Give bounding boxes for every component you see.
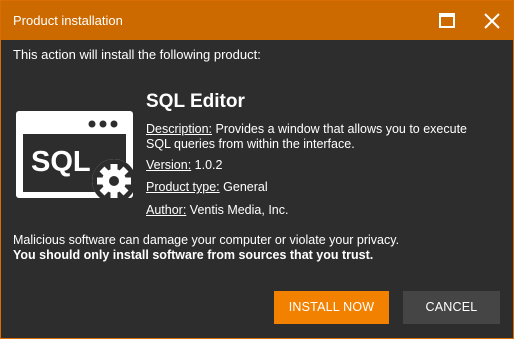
svg-text:SQL: SQL (31, 146, 91, 178)
product-author: Author: Ventis Media, Inc. (146, 203, 501, 218)
product-version: Version: 1.0.2 (146, 158, 501, 173)
window-title: Product installation (13, 13, 123, 28)
install-now-button[interactable]: INSTALL NOW (274, 291, 389, 324)
version-label: Version: (146, 158, 192, 172)
maximize-icon (439, 13, 455, 28)
description-text-line2: SQL queries from within the interface. (146, 137, 355, 151)
warning-text: Malicious software can damage your compu… (13, 233, 400, 247)
type-value: General (223, 180, 268, 194)
description-label: Description: (146, 122, 212, 136)
close-icon (484, 13, 500, 29)
product-type: Product type: General (146, 180, 501, 195)
cancel-button[interactable]: CANCEL (403, 291, 500, 324)
product-name: SQL Editor (146, 91, 245, 112)
title-bar[interactable]: Product installation (1, 1, 513, 40)
warning-emphasis: You should only install software from so… (13, 248, 374, 262)
product-description: Description: Provides a window that allo… (146, 122, 501, 152)
intro-text: This action will install the following p… (13, 47, 261, 62)
sql-editor-icon: SQL (16, 111, 133, 203)
description-text-line1: Provides a window that allows you to exe… (215, 122, 468, 136)
type-label: Product type: (146, 180, 220, 194)
close-button[interactable] (480, 9, 504, 33)
installation-dialog: Product installation This action will in… (0, 0, 514, 339)
version-value: 1.0.2 (194, 158, 223, 172)
author-value: Ventis Media, Inc. (189, 203, 289, 217)
author-label: Author: (146, 203, 187, 217)
maximize-button[interactable] (435, 9, 459, 33)
